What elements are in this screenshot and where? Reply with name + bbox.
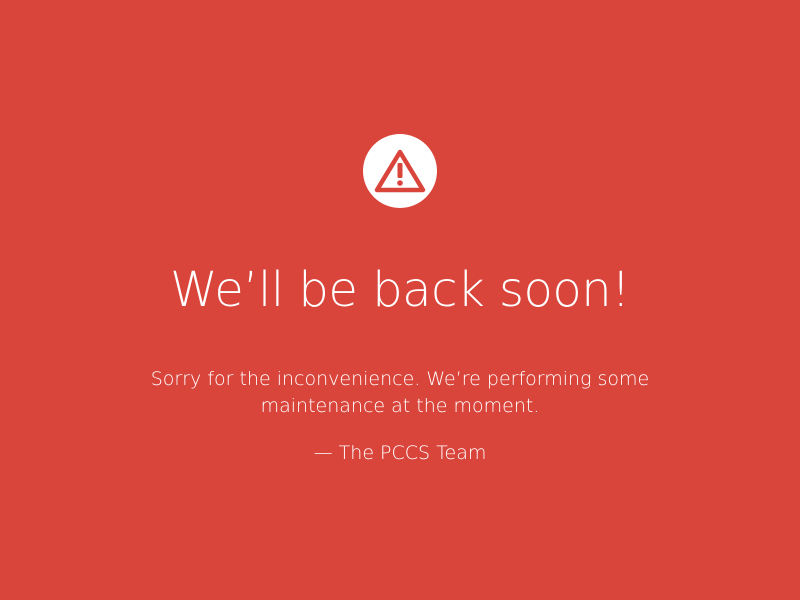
warning-badge (363, 134, 437, 208)
warning-triangle-icon (374, 149, 426, 193)
maintenance-message: Sorry for the inconvenience. We’re perfo… (150, 368, 650, 417)
team-signature: — The PCCS Team (313, 442, 487, 464)
page-title: We’ll be back soon! (170, 262, 630, 318)
maintenance-page: We’ll be back soon! Sorry for the inconv… (0, 0, 800, 600)
